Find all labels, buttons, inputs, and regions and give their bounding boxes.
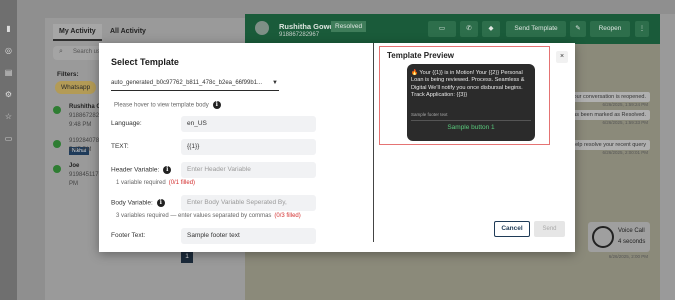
info-icon[interactable]: i bbox=[212, 101, 221, 109]
language-label: Language: bbox=[111, 120, 142, 127]
body-variable-label: Body Variable: i bbox=[111, 199, 165, 207]
tag-icon: ◆ bbox=[488, 25, 494, 32]
header-variable-label: Header Variable: i bbox=[111, 166, 172, 174]
preview-footer: Sample footer text bbox=[411, 112, 448, 117]
message-bubble: Your conversation is reopened. bbox=[566, 92, 650, 102]
tab-all-activity[interactable]: All Activity bbox=[110, 28, 146, 35]
tab-my-activity[interactable]: My Activity bbox=[53, 24, 102, 41]
pencil-icon: ✎ bbox=[575, 25, 581, 32]
template-dropdown-value: auto_generated_b0c97762_b811_478c_b2ea_6… bbox=[111, 80, 263, 86]
bar-chart-icon[interactable]: ▮ bbox=[4, 24, 13, 33]
gear-icon[interactable]: ⚙ bbox=[4, 90, 13, 99]
phone-button[interactable]: ✆ bbox=[460, 21, 478, 37]
document-icon[interactable]: ▤ bbox=[4, 68, 13, 77]
id-card-icon: ▭ bbox=[438, 25, 446, 32]
select-template-modal: Select Template auto_generated_b0c97762_… bbox=[99, 43, 575, 252]
edit-button[interactable]: ✎ bbox=[570, 21, 586, 37]
filters-label: Filters: bbox=[57, 71, 79, 78]
header-variable-requirement: 1 variable required (0/1 filled) bbox=[116, 180, 195, 186]
scrollbar[interactable] bbox=[660, 14, 675, 300]
body-requirement-text: 3 variables required — enter values sepa… bbox=[116, 213, 272, 219]
whatsapp-icon bbox=[53, 106, 61, 114]
chat-header: Rushitha Gowda 918867282967 Resolved ▭ ✆… bbox=[245, 14, 662, 44]
cancel-button[interactable]: Cancel bbox=[494, 221, 530, 237]
phone-icon bbox=[592, 226, 614, 248]
info-icon[interactable]: i bbox=[156, 199, 165, 207]
close-button[interactable]: × bbox=[556, 51, 568, 63]
body-variable-label-text: Body Variable: bbox=[111, 199, 153, 207]
header-variable-input[interactable]: Enter Header Variable bbox=[181, 162, 316, 178]
headset-icon[interactable]: ◎ bbox=[4, 46, 13, 55]
modal-divider bbox=[373, 43, 374, 242]
body-variable-requirement: 3 variables required — enter values sepa… bbox=[116, 213, 301, 219]
header-variable-label-text: Header Variable: bbox=[111, 166, 160, 174]
tag-button[interactable]: ◆ bbox=[482, 21, 500, 37]
body-filled-count: (0/3 filled) bbox=[274, 213, 301, 219]
send-button[interactable]: Send bbox=[534, 221, 565, 237]
vertical-dots-icon: ⋮ bbox=[638, 25, 646, 32]
hover-hint: Please hover to view template body i bbox=[114, 101, 221, 109]
star-icon[interactable]: ☆ bbox=[4, 112, 13, 121]
left-nav: ▮ ◎ ▤ ⚙ ☆ ▭ bbox=[0, 0, 17, 300]
chat-contact-name: Rushitha Gowda bbox=[279, 22, 339, 31]
chat-contact-phone: 918867282967 bbox=[279, 32, 320, 38]
message-timestamp: 6/26/2025, 2:00:01 PM bbox=[602, 150, 648, 155]
pagination-page[interactable]: 1 bbox=[181, 251, 193, 263]
whatsapp-filter-chip[interactable]: Whatsapp bbox=[55, 81, 97, 94]
message-timestamp: 6/26/2025, 1:59:33 PM bbox=[602, 120, 648, 125]
status-badge: Resolved bbox=[331, 21, 367, 32]
send-template-button[interactable]: Send Template bbox=[506, 21, 566, 37]
id-card-button[interactable]: ▭ bbox=[428, 21, 456, 37]
text-field: {{1}} bbox=[181, 139, 316, 155]
whatsapp-icon bbox=[53, 140, 61, 148]
close-icon: × bbox=[559, 53, 565, 60]
template-preview-panel: Template Preview 🔥 Your {{1}} is in Moti… bbox=[379, 46, 550, 145]
message-bubble: has been marked as Resolved. bbox=[566, 110, 650, 120]
info-icon[interactable]: i bbox=[163, 166, 172, 174]
message-bubble: help resolve your recent query bbox=[568, 140, 650, 150]
template-dropdown[interactable]: auto_generated_b0c97762_b811_478c_b2ea_6… bbox=[111, 77, 279, 91]
voice-call-card[interactable]: Voice Call 4 seconds bbox=[588, 222, 650, 252]
voice-call-duration: 4 seconds bbox=[618, 239, 646, 245]
contact-time: PM bbox=[69, 181, 78, 187]
contact-time: 9:48 PM bbox=[69, 122, 92, 128]
preview-divider bbox=[411, 120, 531, 121]
header-filled-count: (0/1 filled) bbox=[168, 180, 196, 186]
search-placeholder: Search us bbox=[73, 49, 101, 55]
hover-hint-text: Please hover to view template body bbox=[114, 102, 209, 109]
reopen-button[interactable]: Reopen bbox=[590, 21, 630, 37]
whatsapp-icon bbox=[53, 165, 61, 173]
contact-name: Joe bbox=[69, 163, 80, 169]
preview-title: Template Preview bbox=[387, 51, 454, 60]
voice-call-title: Voice Call bbox=[618, 228, 645, 234]
body-variable-input[interactable]: Enter Body Variable Seperated By, bbox=[181, 195, 316, 211]
card-icon[interactable]: ▭ bbox=[4, 134, 13, 143]
phone-icon: ✆ bbox=[466, 25, 472, 32]
preview-message-card: 🔥 Your {{1}} is in Motion! Your {{2}} Pe… bbox=[407, 64, 535, 141]
chevron-down-icon: ▼ bbox=[272, 80, 278, 86]
preview-button: Sample button 1 bbox=[447, 124, 495, 131]
language-field: en_US bbox=[181, 116, 316, 132]
footer-text-label: Footer Text: bbox=[111, 232, 146, 239]
avatar bbox=[255, 21, 269, 35]
text-label: TEXT: bbox=[111, 143, 129, 150]
modal-title: Select Template bbox=[111, 57, 179, 67]
message-timestamp: 6/26/2025, 1:59:24 PM bbox=[602, 102, 648, 107]
voice-call-timestamp: 6/26/2025, 2:00 PM bbox=[608, 254, 648, 259]
contact-time: 5:47 PM bbox=[69, 147, 92, 153]
footer-text-field: Sample footer text bbox=[181, 228, 316, 244]
header-requirement-text: 1 variable required bbox=[116, 180, 166, 186]
search-icon: ⌕ bbox=[59, 48, 63, 55]
preview-body: 🔥 Your {{1}} is in Motion! Your {{2}} Pe… bbox=[411, 70, 525, 98]
contact-phone: 918867282 bbox=[69, 113, 100, 119]
more-menu-button[interactable]: ⋮ bbox=[635, 21, 649, 37]
